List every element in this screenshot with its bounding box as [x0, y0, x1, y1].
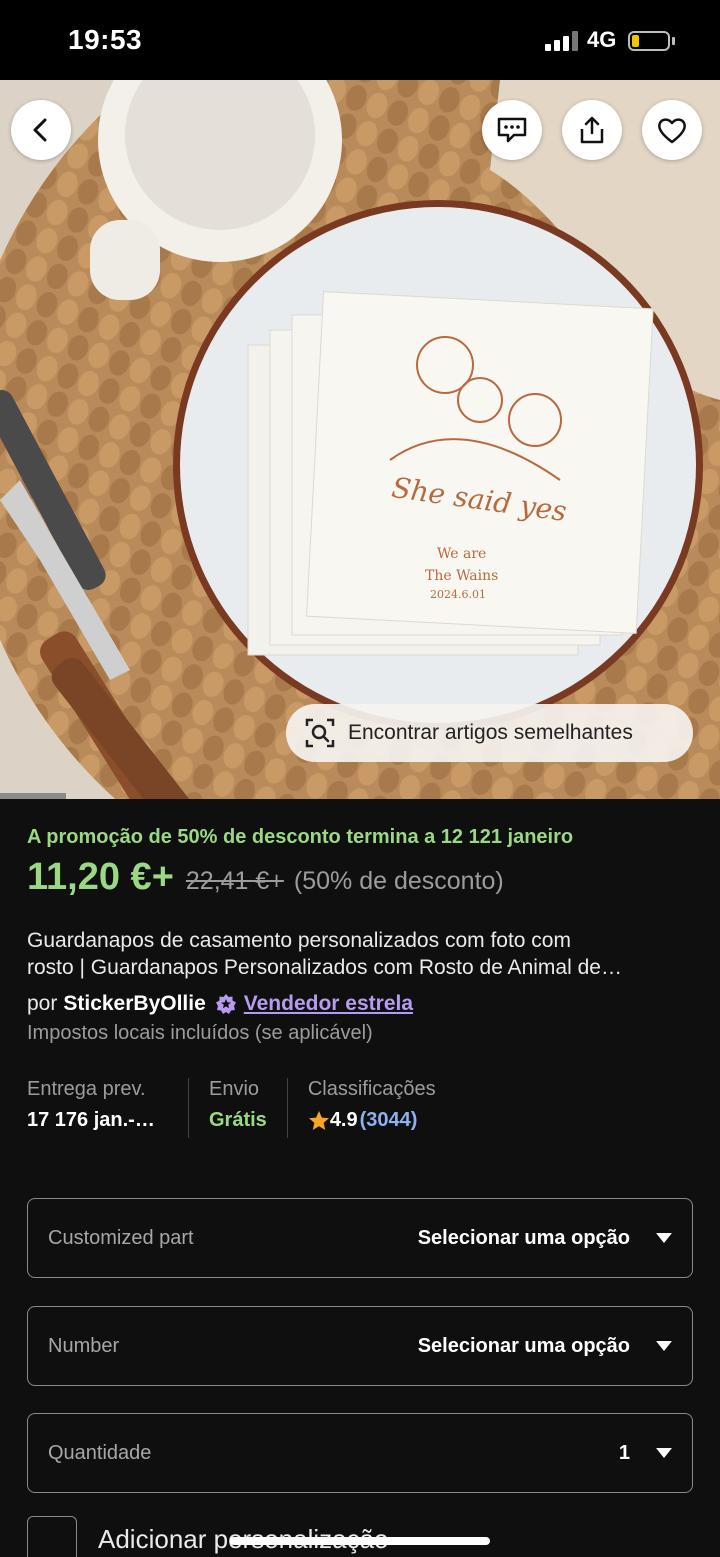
ratings-label: Classificações: [307, 1078, 436, 1100]
carousel-indicator: [0, 793, 66, 799]
product-photo: She said yes We are The Wains 2024.6.01: [0, 80, 720, 799]
chevron-down-icon: [656, 1233, 672, 1243]
network-label: 4G: [587, 27, 617, 52]
star-seller-link[interactable]: Vendedor estrela: [244, 992, 413, 1016]
product-title[interactable]: Guardanapos de casamento personalizados …: [27, 927, 687, 981]
napkin-date: 2024.6.01: [430, 588, 486, 601]
napkin-line1: We are: [437, 546, 486, 562]
shipping-info[interactable]: Envio Grátis: [188, 1078, 287, 1138]
signal-icon: [545, 31, 579, 51]
home-indicator[interactable]: [230, 1537, 490, 1545]
price-row: 11,20 €+ 22,41 €+ (50% de desconto): [27, 856, 504, 899]
chevron-down-icon: [656, 1448, 672, 1458]
original-price: 22,41 €+: [185, 867, 284, 895]
favorite-button[interactable]: [642, 100, 702, 160]
info-row: Entrega prev. 17 176 jan.-… Envio Grátis…: [27, 1078, 456, 1138]
camera-search-icon: [305, 718, 335, 748]
number-select[interactable]: Number Selecionar uma opção: [27, 1306, 693, 1386]
select-label: Number: [48, 1334, 120, 1357]
napkin-line2: The Wains: [425, 568, 498, 584]
star-seller-badge-icon: [215, 994, 236, 1014]
seller-row: por StickerByOllie Vendedor estrela: [27, 992, 413, 1016]
heart-icon: [658, 118, 686, 144]
share-button[interactable]: [562, 100, 622, 160]
personalization-checkbox[interactable]: [27, 1516, 77, 1557]
delivery-estimate[interactable]: Entrega prev. 17 176 jan.-…: [27, 1078, 188, 1138]
discount-label: (50% de desconto): [293, 867, 504, 895]
select-value: 1: [618, 1441, 630, 1464]
select-value: Selecionar uma opção: [417, 1226, 630, 1249]
share-icon: [580, 116, 604, 144]
back-button[interactable]: [11, 100, 71, 160]
select-value: Selecionar uma opção: [417, 1334, 630, 1357]
current-price: 11,20 €+: [27, 856, 174, 898]
shipping-label: Envio: [209, 1078, 260, 1100]
select-label: Customized part: [48, 1226, 194, 1249]
message-seller-button[interactable]: [482, 100, 542, 160]
seller-prefix: por: [27, 992, 58, 1015]
status-bar: 19:53 4G: [0, 0, 720, 80]
battery-icon: [628, 31, 670, 51]
find-similar-label: Encontrar artigos semelhantes: [348, 721, 633, 744]
rating-value: 4.9: [329, 1109, 358, 1131]
customized-part-select[interactable]: Customized part Selecionar uma opção: [27, 1198, 693, 1278]
quantity-select[interactable]: Quantidade 1: [27, 1413, 693, 1493]
chat-icon: [497, 117, 527, 143]
delivery-value: 17 176 jan.-…: [27, 1109, 155, 1131]
product-title-line2: rosto | Guardanapos Personalizados com R…: [27, 956, 622, 979]
find-similar-button[interactable]: Encontrar artigos semelhantes: [286, 704, 693, 762]
chevron-down-icon: [656, 1341, 672, 1351]
seller-name-link[interactable]: StickerByOllie: [63, 992, 205, 1016]
tax-note: Impostos locais incluídos (se aplicável): [27, 1022, 373, 1044]
select-label: Quantidade: [48, 1441, 152, 1464]
delivery-label: Entrega prev.: [27, 1078, 146, 1100]
status-time: 19:53: [68, 24, 143, 55]
product-title-line1: Guardanapos de casamento personalizados …: [27, 929, 571, 952]
promo-banner: A promoção de 50% de desconto termina a …: [27, 826, 574, 848]
shipping-value: Grátis: [209, 1109, 267, 1131]
product-image[interactable]: She said yes We are The Wains 2024.6.01 …: [0, 80, 720, 799]
star-icon: [308, 1110, 329, 1130]
rating-count[interactable]: (3044): [360, 1109, 418, 1132]
back-arrow-icon: [33, 118, 47, 142]
ratings-info[interactable]: Classificações 4.9 (3044): [286, 1078, 456, 1138]
